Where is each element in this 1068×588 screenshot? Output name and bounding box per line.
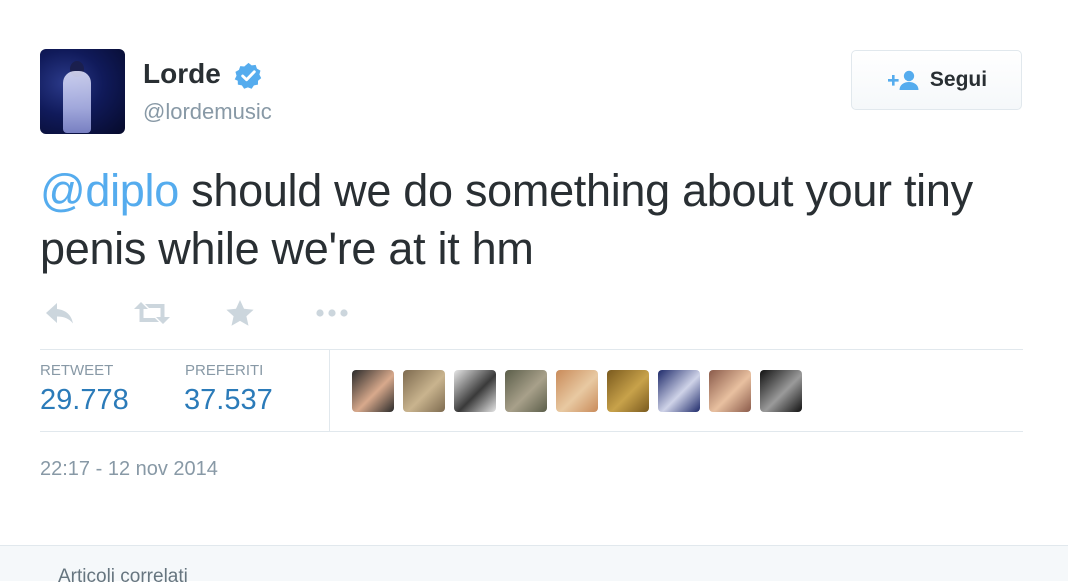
favoriter-avatar-7[interactable] bbox=[658, 370, 700, 412]
related-articles-title: Articoli correlati bbox=[58, 566, 188, 587]
stats-vertical-divider bbox=[329, 350, 330, 431]
favoriter-avatar-5[interactable] bbox=[556, 370, 598, 412]
favoriter-avatar-4[interactable] bbox=[505, 370, 547, 412]
follow-button[interactable]: Segui bbox=[851, 50, 1022, 110]
reply-icon bbox=[46, 303, 73, 324]
retweet-icon bbox=[134, 302, 170, 324]
stats-top-divider bbox=[40, 349, 1023, 350]
verified-badge-icon bbox=[234, 62, 262, 89]
more-icon bbox=[316, 309, 348, 317]
favoriter-avatar-6[interactable] bbox=[607, 370, 649, 412]
tweet-text: @diplo should we do something about your… bbox=[40, 162, 1040, 278]
tweet-timestamp[interactable]: 22:17 - 12 nov 2014 bbox=[40, 458, 218, 481]
related-articles-bar: Articoli correlati bbox=[0, 545, 1068, 587]
profile-avatar[interactable] bbox=[40, 49, 125, 134]
author-handle[interactable]: @lordemusic bbox=[143, 99, 272, 125]
favorite-button[interactable] bbox=[220, 296, 260, 330]
avatar-figure-body bbox=[63, 71, 91, 133]
retweet-count-label: RETWEET bbox=[40, 362, 114, 379]
more-button[interactable] bbox=[312, 296, 352, 330]
tweet-mention-link[interactable]: @diplo bbox=[40, 165, 179, 216]
favoriter-avatar-1[interactable] bbox=[352, 370, 394, 412]
favoriter-avatar-8[interactable] bbox=[709, 370, 751, 412]
favoriter-avatar-9[interactable] bbox=[760, 370, 802, 412]
favoriter-avatar-2[interactable] bbox=[403, 370, 445, 412]
favorite-star-icon bbox=[226, 300, 254, 326]
favoriter-avatar-3[interactable] bbox=[454, 370, 496, 412]
favorite-count-label: PREFERITI bbox=[185, 362, 264, 379]
follow-button-label: Segui bbox=[929, 68, 988, 91]
retweet-button[interactable] bbox=[132, 296, 172, 330]
favorite-count[interactable]: 37.537 bbox=[184, 384, 273, 417]
author-name[interactable]: Lorde bbox=[143, 58, 221, 90]
retweet-count[interactable]: 29.778 bbox=[40, 384, 129, 417]
stats-bottom-divider bbox=[40, 431, 1023, 432]
tweet-body: should we do something about your tiny p… bbox=[40, 165, 973, 274]
add-user-icon bbox=[887, 70, 919, 90]
reply-button[interactable] bbox=[40, 296, 80, 330]
